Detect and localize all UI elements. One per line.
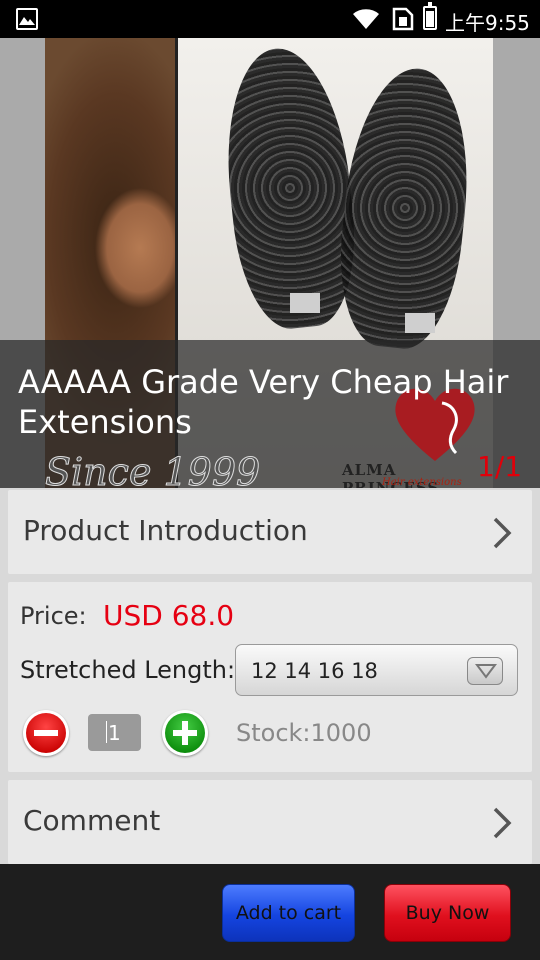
image-page-indicator: 1/1 bbox=[477, 450, 523, 483]
product-details: Price: USD 68.0 Stretched Length: 12 14 … bbox=[8, 582, 532, 772]
stock-count: Stock:1000 bbox=[236, 719, 372, 747]
product-introduction-label: Product Introduction bbox=[23, 514, 308, 547]
status-clock: 上午9:55 bbox=[445, 11, 530, 35]
hair-band bbox=[290, 293, 320, 313]
add-to-cart-button[interactable]: Add to cart bbox=[222, 884, 355, 942]
quantity-value: 1 bbox=[108, 721, 121, 745]
chevron-right-icon bbox=[493, 807, 512, 839]
status-bar: 上午9:55 bbox=[0, 0, 540, 38]
stretched-length-select[interactable]: 12 14 16 18 bbox=[235, 644, 518, 696]
since-watermark: Since 1999 bbox=[44, 450, 261, 489]
product-title: AAAAA Grade Very Cheap Hair Extensions bbox=[18, 363, 509, 441]
hair-band bbox=[405, 313, 435, 333]
text-cursor bbox=[106, 721, 107, 743]
wifi-icon bbox=[353, 9, 379, 29]
quantity-input[interactable]: 1 bbox=[88, 714, 141, 751]
stretched-length-value: 12 14 16 18 bbox=[251, 659, 378, 683]
plus-icon bbox=[165, 713, 205, 753]
increase-quantity-button[interactable] bbox=[162, 710, 208, 756]
price-label: Price: bbox=[20, 602, 87, 630]
dropdown-arrow-icon[interactable] bbox=[467, 657, 503, 685]
stretched-length-label: Stretched Length: bbox=[20, 656, 236, 684]
gallery-icon bbox=[16, 8, 38, 30]
product-image-carousel[interactable]: Since 1999 ALMA PRINCESS Hair extensions… bbox=[0, 38, 540, 488]
price-value: USD 68.0 bbox=[103, 599, 235, 632]
decrease-quantity-button[interactable] bbox=[23, 710, 69, 756]
minus-icon bbox=[26, 713, 66, 753]
product-introduction-row[interactable]: Product Introduction bbox=[8, 490, 532, 574]
chevron-right-icon bbox=[493, 517, 512, 549]
bottom-action-bar: Add to cart Buy Now bbox=[0, 864, 540, 960]
comment-label: Comment bbox=[23, 804, 161, 837]
brand-subtitle: Hair extensions bbox=[382, 477, 462, 488]
comment-row[interactable]: Comment bbox=[8, 780, 532, 864]
buy-now-button[interactable]: Buy Now bbox=[384, 884, 511, 942]
battery-icon bbox=[423, 2, 437, 30]
sim-icon bbox=[392, 7, 414, 31]
